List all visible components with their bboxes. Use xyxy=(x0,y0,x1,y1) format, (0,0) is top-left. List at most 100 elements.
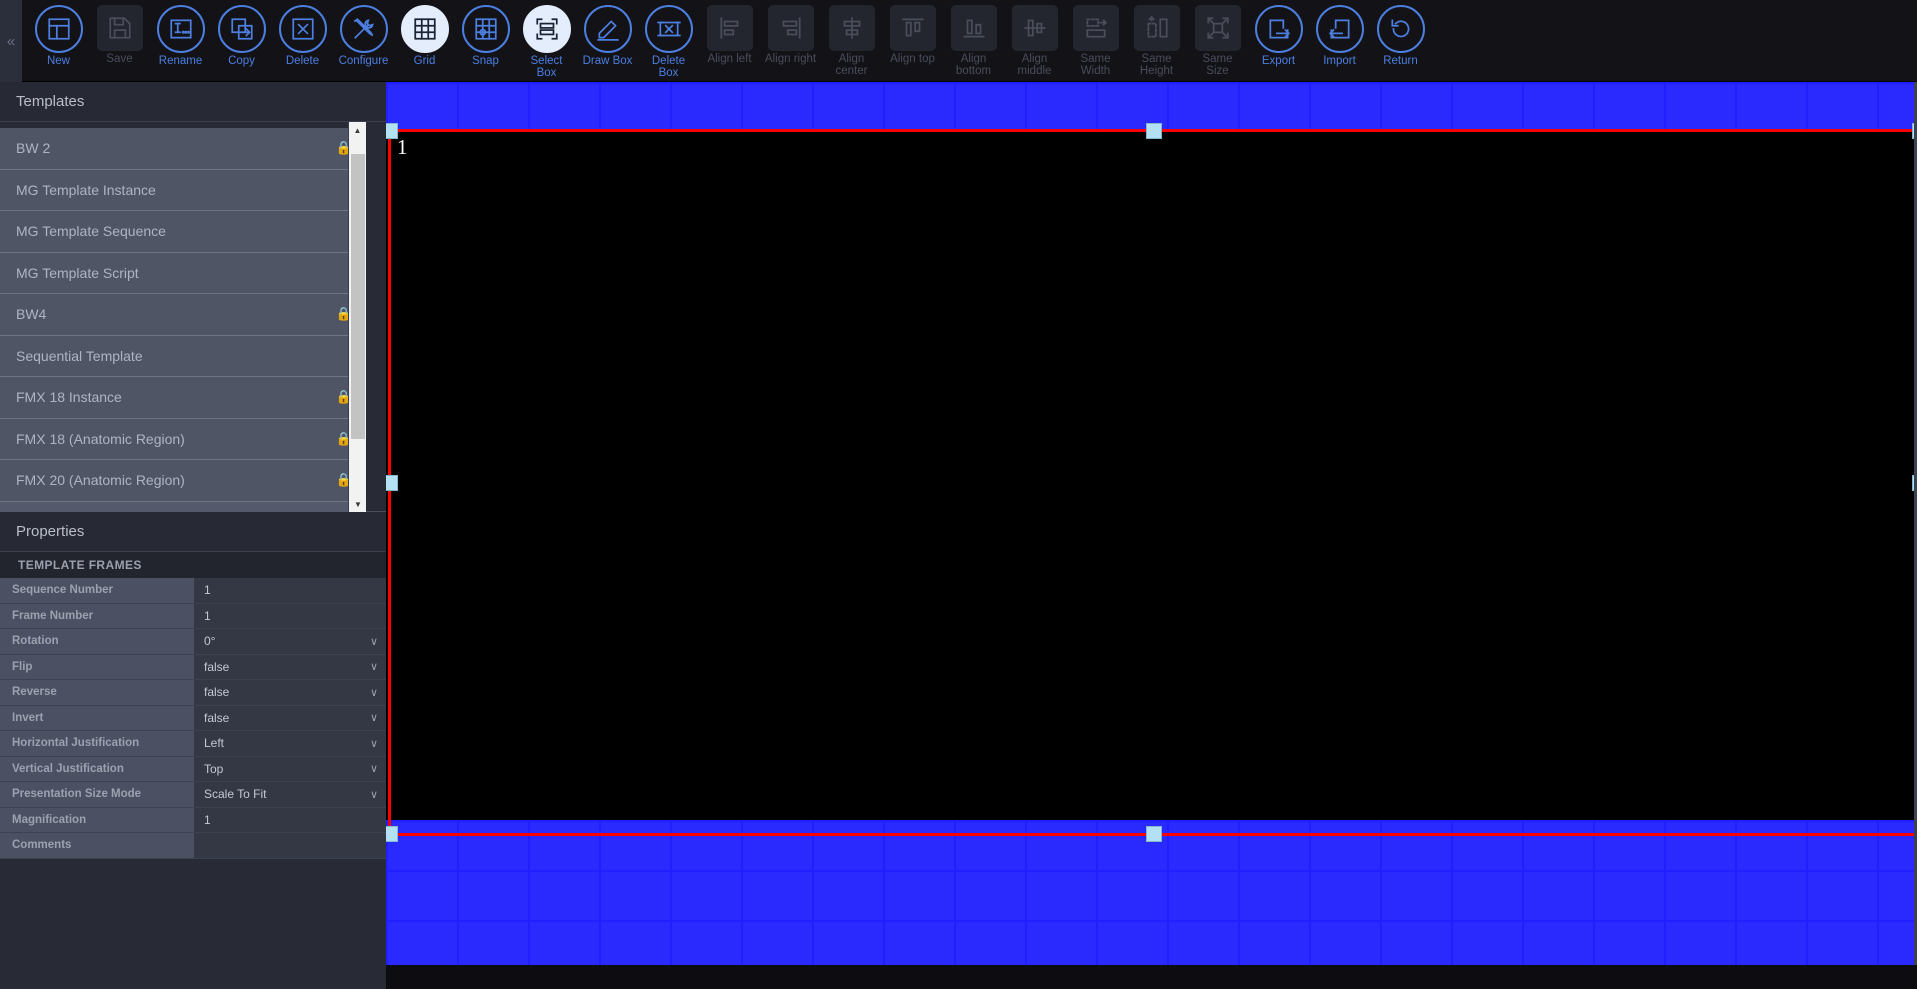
template-item-label: MG Template Instance xyxy=(16,181,156,198)
template-list-item[interactable]: MG Template Script xyxy=(0,252,366,294)
template-list-item[interactable]: BW 2 🔒 xyxy=(0,128,366,170)
toolbar-button-export[interactable]: Export xyxy=(1248,0,1309,68)
property-value: false xyxy=(204,685,230,700)
resize-handle-middle-left[interactable] xyxy=(386,474,398,491)
grid-icon xyxy=(400,5,449,53)
toolbar-button-delete-box[interactable]: Delete Box xyxy=(638,0,699,79)
toolbar-button-label: Delete xyxy=(285,55,320,67)
template-list-item[interactable]: BW4 🔒 xyxy=(0,294,366,336)
chevron-down-icon[interactable]: ∨ xyxy=(370,635,378,648)
property-row: Presentation Size Mode Scale To Fit ∨ xyxy=(0,782,386,808)
property-value: false xyxy=(204,659,230,674)
property-input[interactable]: 1 xyxy=(194,807,386,832)
toolbar-button-label: Align right xyxy=(764,53,817,65)
property-select[interactable]: Scale To Fit ∨ xyxy=(194,782,386,807)
resize-handle-top-center[interactable] xyxy=(1146,123,1162,139)
property-input[interactable]: 1 xyxy=(194,603,386,628)
scroll-up-icon[interactable]: ▲ xyxy=(349,122,366,138)
template-list-item[interactable]: MG Template Instance xyxy=(0,169,366,211)
selection-box[interactable]: 1 xyxy=(386,123,1917,842)
select-box-icon xyxy=(522,5,571,53)
toolbar-button-align-left: Align left xyxy=(699,0,760,66)
templates-scrollbar[interactable]: ▲ ▼ xyxy=(348,122,366,512)
left-panel: Templates BW 2 🔒 MG Template Instance MG Te… xyxy=(0,82,386,989)
chevron-down-icon[interactable]: ∨ xyxy=(370,788,378,801)
template-canvas[interactable]: 1 xyxy=(386,82,1917,965)
property-label: Presentation Size Mode xyxy=(0,782,194,807)
main-toolbar: « New Save Rename Copy Delete Configure Grid Sn… xyxy=(0,0,1917,82)
template-list-item[interactable]: FMX 18 Instance 🔒 xyxy=(0,377,366,419)
property-label: Vertical Justification xyxy=(0,756,194,781)
properties-rows: Sequence Number 1 Frame Number 1 Rotation 0° ∨… xyxy=(0,578,386,859)
property-label: Comments xyxy=(0,833,194,858)
property-select[interactable]: Left ∨ xyxy=(194,731,386,756)
frame-number-label: 1 xyxy=(397,135,408,159)
toolbar-button-label: Grid xyxy=(413,55,436,67)
property-select[interactable]: false ∨ xyxy=(194,654,386,679)
property-value: 1 xyxy=(204,608,211,623)
same-size-icon xyxy=(1194,5,1241,51)
toolbar-button-label: Configure xyxy=(338,55,389,67)
template-list-item[interactable]: FMX 18 (Anatomic Region) 🔒 xyxy=(0,418,366,460)
toolbar-button-copy[interactable]: Copy xyxy=(211,0,272,68)
property-row: Vertical Justification Top ∨ xyxy=(0,756,386,782)
collapse-panel-button[interactable]: « xyxy=(0,0,22,82)
property-row: Magnification 1 xyxy=(0,807,386,833)
templates-list-region: BW 2 🔒 MG Template Instance MG Template Seq… xyxy=(0,122,386,512)
resize-handle-bottom-left[interactable] xyxy=(386,826,398,842)
resize-handle-bottom-center[interactable] xyxy=(1146,826,1162,842)
scroll-down-icon[interactable]: ▼ xyxy=(349,496,367,512)
toolbar-button-save: Save xyxy=(89,0,150,66)
chevron-down-icon[interactable]: ∨ xyxy=(370,737,378,750)
toolbar-button-label: Align center xyxy=(835,53,868,77)
property-row: Flip false ∨ xyxy=(0,654,386,680)
toolbar-button-align-bottom: Align bottom xyxy=(943,0,1004,77)
template-item-label: MG Template Script xyxy=(16,264,139,281)
templates-list[interactable]: BW 2 🔒 MG Template Instance MG Template Seq… xyxy=(0,122,366,512)
toolbar-button-same-height: Same Height xyxy=(1126,0,1187,77)
toolbar-button-draw-box[interactable]: Draw Box xyxy=(577,0,638,68)
property-row: Reverse false ∨ xyxy=(0,680,386,706)
layout-new-icon xyxy=(34,5,83,53)
toolbar-button-label: Align top xyxy=(890,53,935,65)
snap-grid-icon xyxy=(461,5,510,53)
property-label: Rotation xyxy=(0,629,194,654)
chevron-down-icon[interactable]: ∨ xyxy=(370,660,378,673)
toolbar-button-rename[interactable]: Rename xyxy=(150,0,211,68)
template-item-label: FMX 18 Instance xyxy=(16,389,122,406)
template-list-item[interactable]: FMX 20 (Anatomic Region) 🔒 xyxy=(0,460,366,502)
property-input[interactable]: 1 xyxy=(194,578,386,603)
toolbar-button-label: Copy xyxy=(228,55,255,67)
toolbar-button-delete[interactable]: Delete xyxy=(272,0,333,68)
toolbar-button-new[interactable]: New xyxy=(28,0,89,68)
align-left-icon xyxy=(706,5,753,51)
resize-handle-top-left[interactable] xyxy=(386,123,398,139)
property-label: Reverse xyxy=(0,680,194,705)
toolbar-button-grid[interactable]: Grid xyxy=(394,0,455,68)
property-select[interactable]: 0° ∨ xyxy=(194,629,386,654)
scrollbar-thumb[interactable] xyxy=(351,154,365,439)
toolbar-button-import[interactable]: Import xyxy=(1309,0,1370,68)
tools-wrench-icon xyxy=(339,5,388,53)
template-list-item[interactable]: Sequential Template xyxy=(0,335,366,377)
toolbar-button-configure[interactable]: Configure xyxy=(333,0,394,68)
property-label: Invert xyxy=(0,705,194,730)
copy-icon xyxy=(217,5,266,53)
toolbar-button-return[interactable]: Return xyxy=(1370,0,1431,68)
template-item-label: BW4 xyxy=(16,306,47,323)
properties-panel-title: Properties xyxy=(0,512,386,552)
property-value: false xyxy=(204,710,230,725)
property-select[interactable]: false ∨ xyxy=(194,680,386,705)
property-select[interactable]: Top ∨ xyxy=(194,756,386,781)
toolbar-button-select-box[interactable]: Select Box xyxy=(516,0,577,79)
template-list-item[interactable]: MG Template Sequence xyxy=(0,211,366,253)
toolbar-button-label: New xyxy=(46,55,70,67)
property-input[interactable] xyxy=(194,833,386,858)
chevron-down-icon[interactable]: ∨ xyxy=(370,711,378,724)
toolbar-button-snap[interactable]: Snap xyxy=(455,0,516,68)
property-value: 0° xyxy=(204,634,216,649)
chevron-down-icon[interactable]: ∨ xyxy=(370,686,378,699)
property-select[interactable]: false ∨ xyxy=(194,705,386,730)
property-value: 1 xyxy=(204,583,211,598)
chevron-down-icon[interactable]: ∨ xyxy=(370,762,378,775)
